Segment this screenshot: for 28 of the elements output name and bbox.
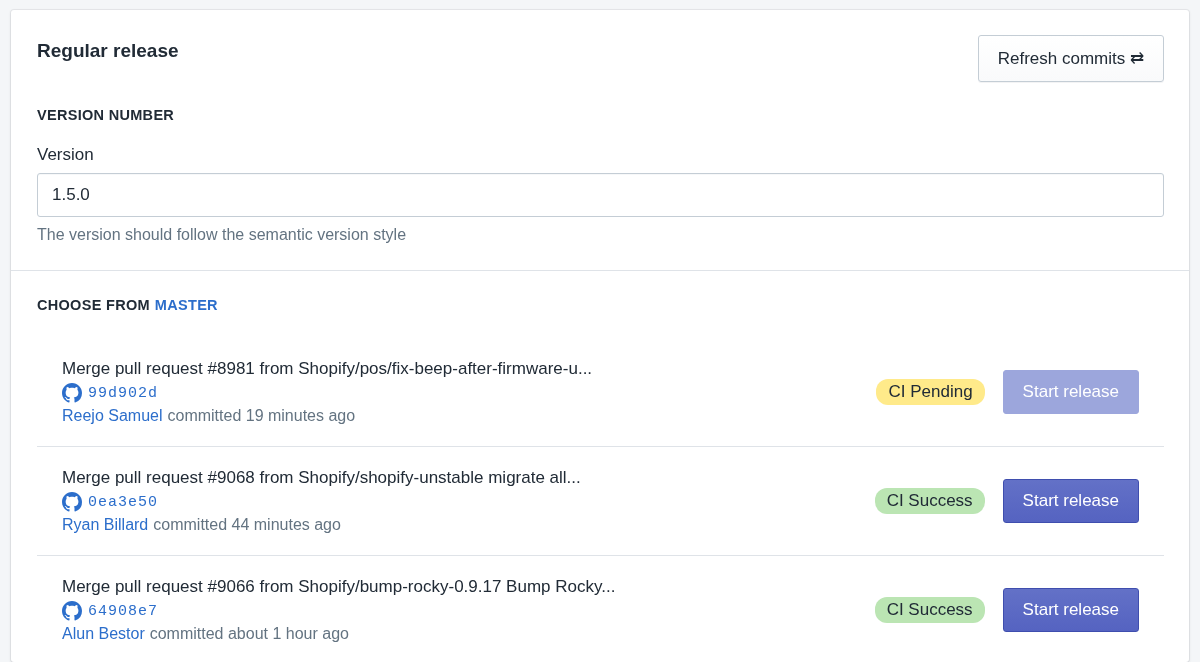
- commit-time: committed 44 minutes ago: [153, 516, 341, 534]
- ci-status-badge: CI Pending: [876, 379, 985, 405]
- author-link[interactable]: Reejo Samuel: [62, 407, 163, 425]
- commit-message: Merge pull request #8981 from Shopify/pos/fix-beep-after-firmware-u...: [62, 359, 594, 379]
- commit-hash-link[interactable]: 99d902d: [88, 384, 158, 402]
- commit-time: committed 19 minutes ago: [167, 407, 356, 425]
- section-heading: CHOOSE FROM: [37, 297, 150, 313]
- commit-time: committed about 1 hour ago: [149, 625, 349, 643]
- cat-icon: [62, 492, 82, 512]
- start-release-button[interactable]: Start release: [1002, 479, 1139, 523]
- card-title: Regular release: [37, 40, 179, 62]
- cat-icon: [62, 601, 82, 621]
- start-release-button[interactable]: Start release: [1002, 588, 1139, 632]
- author-link[interactable]: Ryan Billard: [62, 516, 149, 534]
- commit-hash-link[interactable]: 64908e7: [88, 602, 158, 620]
- field-label: Version: [37, 145, 95, 165]
- ci-status-badge: CI Success: [874, 488, 985, 514]
- commit-hash-link[interactable]: 0ea3e50: [88, 493, 158, 511]
- ci-status-badge: CI Success: [874, 597, 985, 623]
- branch-link[interactable]: MASTER: [154, 297, 218, 313]
- commit-message: Merge pull request #9066 from Shopify/bump-rocky-0.9.17 Bump Rocky...: [62, 577, 617, 597]
- commit-message: Merge pull request #9068 from Shopify/shopify-unstable migrate all...: [62, 468, 582, 488]
- field-hint: The version should follow the semantic version style: [37, 226, 408, 244]
- version-input-field[interactable]: 1.5.0: [37, 173, 1164, 217]
- author-link[interactable]: Alun Bestor: [62, 625, 145, 643]
- section-heading: VERSION NUMBER: [37, 107, 176, 123]
- refresh-commits-button[interactable]: Refresh commits ⇄: [977, 35, 1164, 82]
- cat-icon: [62, 383, 82, 403]
